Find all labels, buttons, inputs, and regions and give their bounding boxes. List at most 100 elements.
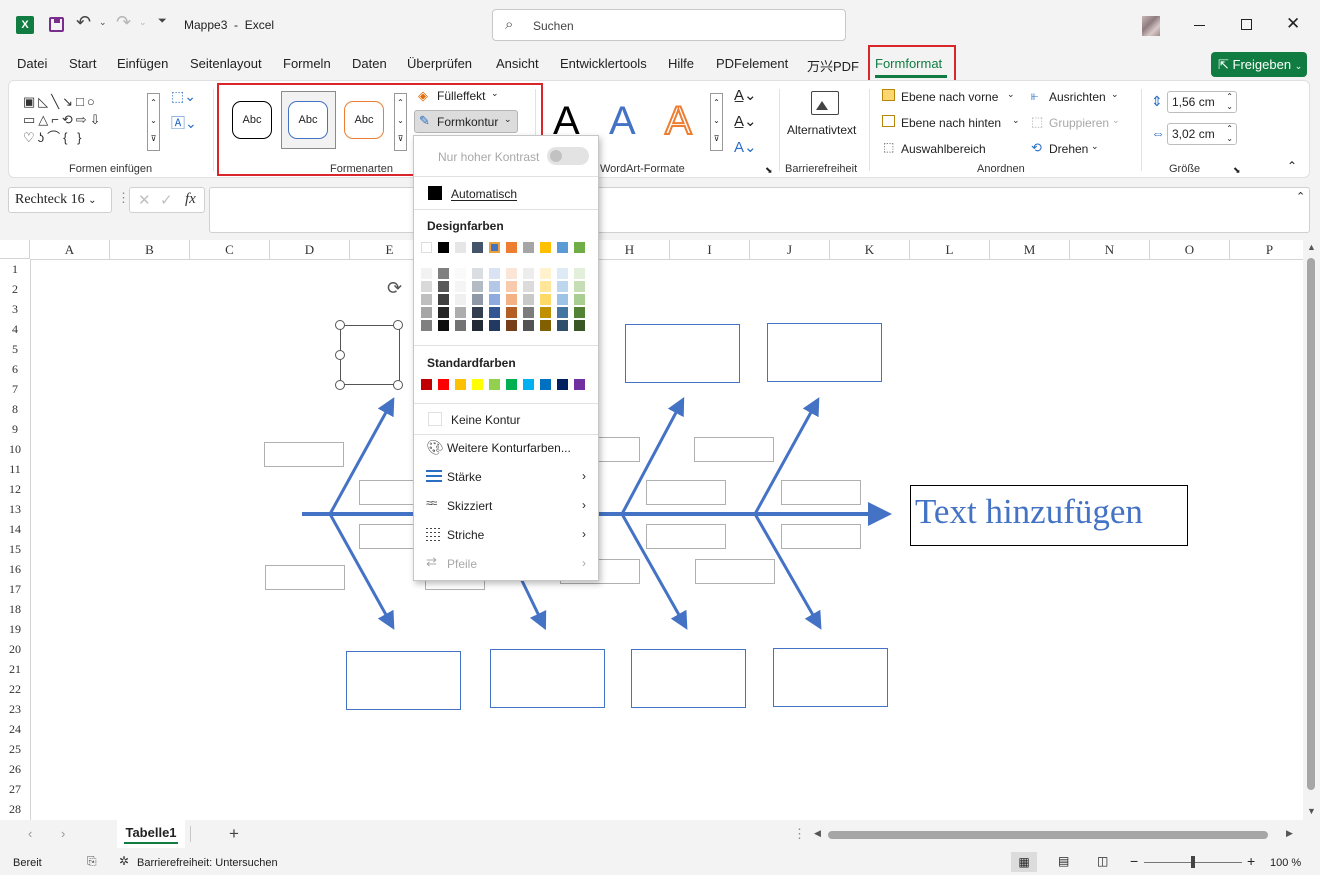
next-sheet-icon[interactable]: › [61, 826, 65, 841]
align-icon[interactable]: ⫦ [1031, 88, 1038, 104]
wordart-scroll[interactable]: ⌃ ⌄ ⊽ [710, 93, 723, 151]
zoom-out-icon[interactable]: − [1130, 853, 1138, 869]
standard-color-swatch[interactable] [421, 379, 432, 390]
rotate-button[interactable]: Drehen [1049, 142, 1088, 156]
tab-entwicklertools[interactable]: Entwicklertools [560, 56, 647, 71]
macro-record-icon[interactable]: ⎘ [87, 854, 97, 869]
maximize-icon[interactable] [1241, 19, 1252, 30]
page-layout-view-icon[interactable]: ▤ [1058, 854, 1069, 868]
redo-icon[interactable]: ↷ [116, 12, 131, 33]
design-color-shade[interactable] [472, 268, 483, 279]
customize-quick-access-icon[interactable]: ⏷ [158, 15, 167, 28]
tab-pdfelement[interactable]: PDFelement [716, 56, 788, 71]
selection-handle[interactable] [335, 320, 345, 330]
design-color-shade[interactable] [438, 281, 449, 292]
design-color-swatch[interactable] [506, 242, 517, 253]
tab-start[interactable]: Start [69, 56, 96, 71]
design-color-shade[interactable] [472, 320, 483, 331]
design-color-shade[interactable] [438, 320, 449, 331]
wordart-launcher-icon[interactable]: ⬊ [765, 165, 773, 176]
rotate-icon[interactable]: ⟲ [1031, 140, 1042, 156]
tab-wanxingpdf[interactable]: 万兴PDF [807, 56, 859, 75]
standard-color-swatch[interactable] [472, 379, 483, 390]
expand-formula-icon[interactable]: ⌃ [1296, 190, 1305, 203]
cause-box[interactable] [625, 324, 740, 383]
selection-handle[interactable] [393, 380, 403, 390]
design-color-shade[interactable] [421, 307, 432, 318]
design-color-shade[interactable] [489, 307, 500, 318]
sub-cause-box[interactable] [264, 442, 344, 467]
alt-text-button[interactable]: Alternativtext [787, 123, 856, 137]
sub-cause-box[interactable] [695, 559, 775, 584]
size-launcher-icon[interactable]: ⬊ [1233, 165, 1241, 176]
selection-handle[interactable] [335, 380, 345, 390]
design-color-swatch[interactable] [421, 242, 432, 253]
sheet-tab-tabelle1[interactable]: Tabelle1 [117, 820, 185, 848]
design-color-shade[interactable] [472, 307, 483, 318]
cause-box[interactable] [631, 649, 746, 708]
height-input[interactable]: 1,56 cm ⌃ ⌄ [1167, 91, 1237, 113]
rotate-handle-icon[interactable]: ⟳ [387, 278, 402, 299]
design-color-shade[interactable] [421, 294, 432, 305]
zoom-slider-thumb[interactable] [1191, 856, 1195, 868]
scroll-up-icon[interactable]: ▲ [1307, 242, 1316, 252]
zoom-in-icon[interactable]: + [1247, 853, 1255, 869]
cancel-icon[interactable]: ✕ [138, 191, 151, 209]
design-color-shade[interactable] [557, 281, 568, 292]
tab-datei[interactable]: Datei [17, 56, 47, 71]
design-color-swatch[interactable] [557, 242, 568, 253]
design-color-shade[interactable] [506, 281, 517, 292]
design-color-shade[interactable] [472, 281, 483, 292]
design-color-shade[interactable] [506, 307, 517, 318]
sub-cause-box[interactable] [781, 524, 861, 549]
design-color-shade[interactable] [540, 294, 551, 305]
design-color-shade[interactable] [506, 294, 517, 305]
avatar[interactable] [1142, 16, 1160, 36]
design-color-shade[interactable] [557, 320, 568, 331]
width-input[interactable]: 3,02 cm ⌃ ⌄ [1167, 123, 1237, 145]
cause-box[interactable] [346, 651, 461, 710]
standard-color-swatch[interactable] [523, 379, 534, 390]
edit-shape-icon[interactable]: ⬚⌄ [171, 88, 196, 105]
tab-daten[interactable]: Daten [352, 56, 387, 71]
send-backward-button[interactable]: Ebene nach hinten [901, 116, 1001, 130]
scroll-right-icon[interactable]: ▶ [1286, 828, 1293, 839]
textbox-icon[interactable]: 🄰⌄ [171, 113, 197, 133]
wordart-sample-2[interactable]: A [609, 99, 636, 143]
sub-cause-box[interactable] [694, 437, 774, 462]
alt-text-icon[interactable] [811, 91, 839, 115]
sub-cause-box[interactable] [646, 480, 726, 505]
design-color-shade[interactable] [489, 294, 500, 305]
prev-sheet-icon[interactable]: ‹ [28, 826, 32, 841]
tab-ueberpruefen[interactable]: Überprüfen [407, 56, 472, 71]
design-color-shade[interactable] [489, 320, 500, 331]
rotate-dropdown-icon[interactable]: ⌄ [1091, 141, 1099, 152]
design-color-shade[interactable] [574, 294, 585, 305]
bring-forward-dropdown-icon[interactable]: ⌄ [1007, 89, 1015, 100]
design-color-shade[interactable] [455, 320, 466, 331]
design-color-shade[interactable] [506, 320, 517, 331]
design-color-swatch[interactable] [489, 242, 500, 253]
width-stepper[interactable]: ⌃ ⌄ [1226, 124, 1233, 144]
search-box[interactable]: ⌕ Suchen [492, 9, 846, 41]
page-break-view-icon[interactable]: ◫ [1097, 854, 1108, 868]
worksheet-grid[interactable]: ABCDEFGHIJKLMNOP 12345678910111213141516… [0, 240, 1320, 820]
vertical-scroll-thumb[interactable] [1307, 258, 1315, 790]
redo-dropdown-icon[interactable]: ⌄ [139, 17, 147, 28]
design-color-swatch[interactable] [438, 242, 449, 253]
selection-handle[interactable] [393, 320, 403, 330]
normal-view-button[interactable]: ▦ [1011, 852, 1037, 872]
design-color-shade[interactable] [523, 281, 534, 292]
design-color-swatch[interactable] [523, 242, 534, 253]
design-color-shade[interactable] [574, 281, 585, 292]
menu-item-no-outline[interactable]: Keine Kontur [414, 406, 598, 432]
menu-item-automatic[interactable]: Automatisch [414, 180, 598, 206]
design-color-shade[interactable] [523, 294, 534, 305]
design-color-shade[interactable] [523, 320, 534, 331]
cause-box[interactable] [773, 648, 888, 707]
add-sheet-icon[interactable]: + [229, 824, 239, 844]
standard-color-swatch[interactable] [438, 379, 449, 390]
tab-scroll-dots-icon[interactable]: ⋮ [793, 826, 806, 842]
minimize-icon[interactable] [1194, 25, 1205, 26]
tab-ansicht[interactable]: Ansicht [496, 56, 539, 71]
